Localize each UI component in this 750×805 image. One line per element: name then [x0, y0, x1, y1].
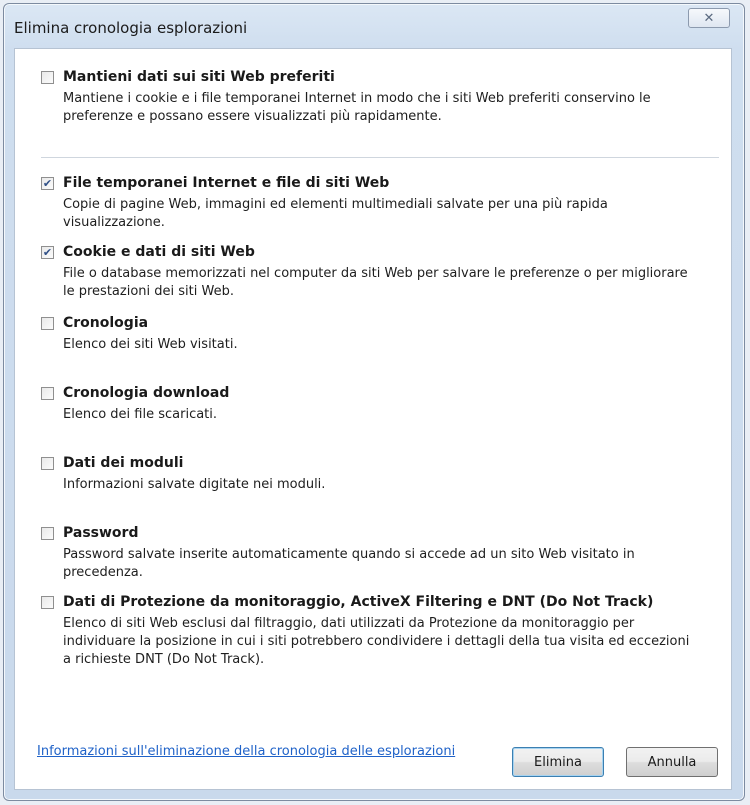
option-description: Password salvate inserite automaticament…	[63, 547, 635, 580]
option-history: Cronologia Elenco dei siti Web visitati.	[41, 315, 721, 354]
option-passwords: Password Password salvate inserite autom…	[41, 525, 721, 582]
delete-button[interactable]: Elimina	[512, 747, 604, 777]
option-label[interactable]: Dati di Protezione da monitoraggio, Acti…	[63, 594, 653, 610]
option-cookies: ✔ Cookie e dati di siti Web File o datab…	[41, 244, 721, 301]
option-label[interactable]: Dati dei moduli	[63, 455, 183, 471]
option-label[interactable]: Password	[63, 525, 138, 541]
dialog-window: Elimina cronologia esplorazioni ✕ Mantie…	[3, 3, 745, 801]
close-button[interactable]: ✕	[688, 8, 730, 28]
checkbox-preserve-favorites[interactable]	[41, 71, 54, 84]
option-label[interactable]: Mantieni dati sui siti Web preferiti	[63, 69, 335, 85]
checkbox-tracking-protection[interactable]	[41, 596, 54, 609]
option-label[interactable]: Cronologia download	[63, 385, 229, 401]
title-bar[interactable]: Elimina cronologia esplorazioni ✕	[4, 4, 744, 46]
option-preserve-favorites: Mantieni dati sui siti Web preferiti Man…	[41, 69, 721, 126]
option-description: Informazioni salvate digitate nei moduli…	[63, 477, 326, 492]
option-description: Copie di pagine Web, immagini ed element…	[63, 197, 608, 230]
option-form-data: Dati dei moduli Informazioni salvate dig…	[41, 455, 721, 494]
checkmark-icon: ✔	[42, 246, 53, 259]
option-tracking-protection: Dati di Protezione da monitoraggio, Acti…	[41, 594, 721, 669]
option-temp-files: ✔ File temporanei Internet e file di sit…	[41, 175, 721, 232]
close-icon: ✕	[703, 10, 715, 26]
option-description: Mantiene i cookie e i file temporanei In…	[63, 91, 651, 124]
dialog-title: Elimina cronologia esplorazioni	[14, 19, 248, 37]
checkmark-icon: ✔	[42, 177, 53, 190]
checkbox-form-data[interactable]	[41, 457, 54, 470]
option-download-history: Cronologia download Elenco dei file scar…	[41, 385, 721, 424]
option-description: File o database memorizzati nel computer…	[63, 266, 688, 299]
options-panel: Mantieni dati sui siti Web preferiti Man…	[14, 48, 732, 790]
option-label[interactable]: File temporanei Internet e file di siti …	[63, 175, 389, 191]
divider	[41, 157, 719, 158]
checkbox-history[interactable]	[41, 317, 54, 330]
help-link[interactable]: Informazioni sull'eliminazione della cro…	[37, 744, 455, 759]
checkbox-passwords[interactable]	[41, 527, 54, 540]
checkbox-cookies[interactable]: ✔	[41, 246, 54, 259]
option-label[interactable]: Cookie e dati di siti Web	[63, 244, 255, 260]
checkbox-temp-files[interactable]: ✔	[41, 177, 54, 190]
option-description: Elenco di siti Web esclusi dal filtraggi…	[63, 616, 690, 667]
checkbox-download-history[interactable]	[41, 387, 54, 400]
cancel-button[interactable]: Annulla	[626, 747, 718, 777]
option-label[interactable]: Cronologia	[63, 315, 148, 331]
option-description: Elenco dei siti Web visitati.	[63, 337, 238, 352]
option-description: Elenco dei file scaricati.	[63, 407, 218, 422]
